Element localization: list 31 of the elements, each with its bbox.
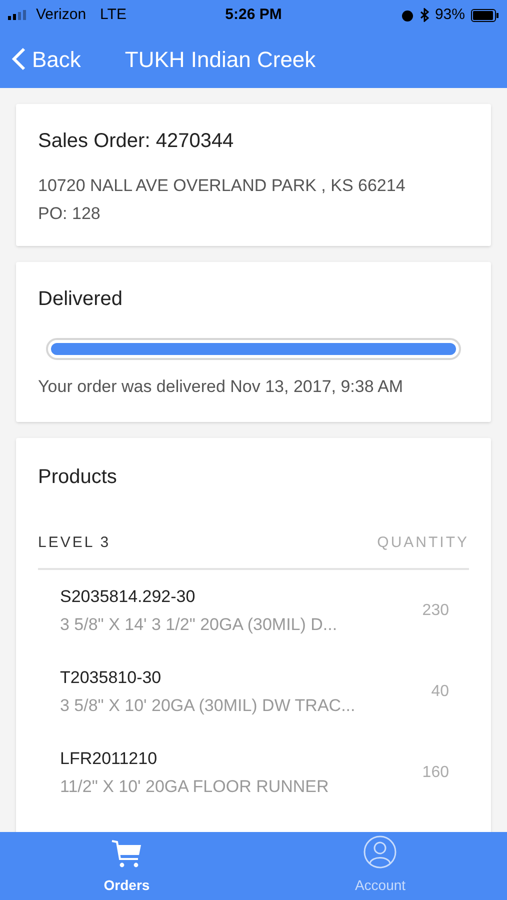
- delivery-message: Your order was delivered Nov 13, 2017, 9:38 AM: [38, 376, 404, 398]
- cart-icon: [110, 839, 143, 869]
- product-code: S2035814.292-30: [60, 586, 196, 608]
- status-time: 5:26 PM: [225, 4, 282, 25]
- products-title: Products: [38, 464, 118, 490]
- tab-item[interactable]: Orders: [0, 832, 254, 900]
- product-description: 3 5/8" X 10' 20GA (30MIL) DW TRAC...: [60, 694, 356, 716]
- carrier-label: Verizon: [36, 4, 86, 25]
- po-text: PO: 128: [38, 203, 102, 225]
- delivery-status: Delivered: [38, 287, 124, 312]
- battery-percent: 93%: [434, 4, 465, 25]
- quantity-cell-text: 40: [431, 682, 449, 702]
- alarm-icon: [400, 8, 414, 22]
- product-description: 3 5/8" X 14' 3 1/2" 20GA (30MIL) D...: [60, 614, 338, 636]
- back-button[interactable]: Back: [0, 42, 81, 76]
- product-code: T2035810-30: [60, 667, 162, 689]
- chevron-left-icon: [12, 47, 26, 71]
- tab-item[interactable]: Account: [254, 832, 507, 900]
- battery-icon: [470, 8, 499, 22]
- quantity-cell-text: 160: [422, 762, 449, 782]
- bluetooth-icon: [420, 8, 429, 22]
- quantity-cell-text: 230: [422, 600, 449, 620]
- column-header: LEVEL 3: [38, 532, 111, 552]
- page-title: TUKH Indian Creek: [124, 46, 316, 74]
- column-header: QUANTITY: [377, 532, 469, 552]
- network-label: LTE: [100, 4, 126, 25]
- order-title: Sales Order: 4270344: [38, 129, 235, 154]
- product-description: 11/2" X 10' 20GA FLOOR RUNNER: [60, 776, 329, 798]
- product-code: LFR2011210: [60, 748, 158, 770]
- address-text: 10720 NALL AVE OVERLAND PARK , KS 66214: [38, 175, 406, 197]
- person-icon: [363, 835, 398, 869]
